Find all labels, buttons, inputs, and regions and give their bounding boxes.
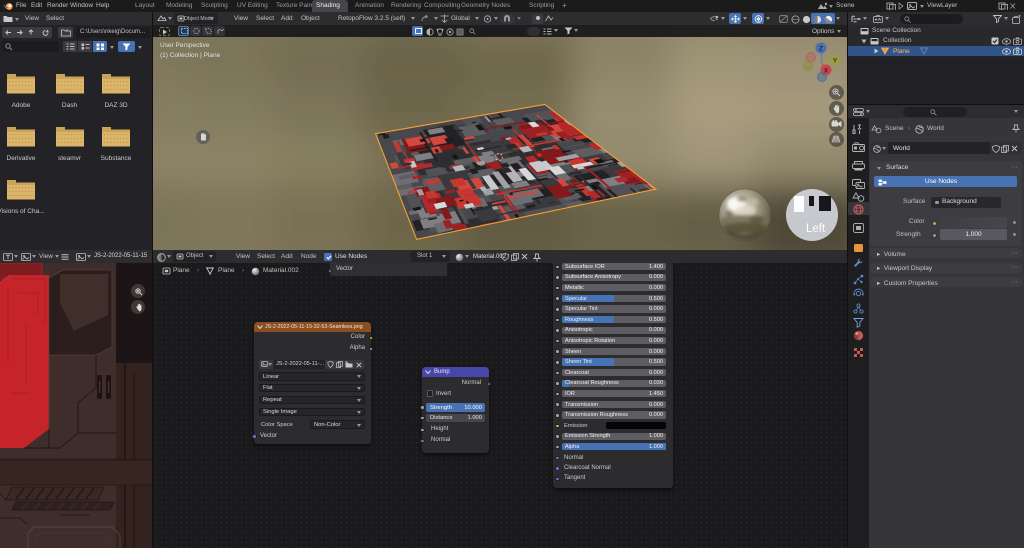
- svg-text:Z: Z: [819, 46, 823, 53]
- svg-text:Y: Y: [833, 58, 838, 65]
